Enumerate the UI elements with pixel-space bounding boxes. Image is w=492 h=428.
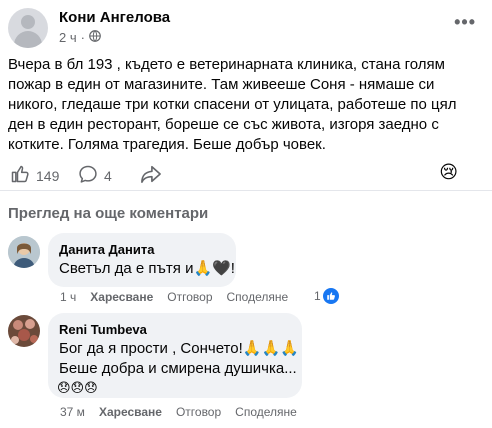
like-button[interactable]: 149 bbox=[10, 164, 59, 187]
comment-reply-button[interactable]: Отговор bbox=[167, 290, 212, 304]
comment-reaction-count: 1 bbox=[314, 289, 321, 303]
post-meta: 2 ч · bbox=[59, 30, 101, 45]
commenter-avatar[interactable] bbox=[8, 236, 40, 268]
globe-icon bbox=[89, 30, 101, 45]
like-reaction-icon bbox=[322, 288, 339, 304]
comment-reply-button[interactable]: Отговор bbox=[176, 405, 221, 419]
share-button[interactable] bbox=[140, 164, 162, 187]
like-count: 149 bbox=[36, 167, 60, 184]
sad-reaction-icon: 😢 bbox=[439, 162, 458, 182]
comment-bubble: Reni Tumbeva Бог да я прости , Сончето!🙏… bbox=[48, 313, 302, 398]
comment-like-button[interactable]: Харесване bbox=[99, 405, 162, 419]
comment-share-button[interactable]: Споделяне bbox=[227, 290, 289, 304]
comment-text-line3: 😞😞😞 bbox=[57, 380, 98, 395]
post-author-name[interactable]: Кони Ангелова bbox=[59, 9, 170, 26]
post-time[interactable]: 2 ч bbox=[59, 30, 77, 45]
commenter-avatar[interactable] bbox=[8, 315, 40, 347]
commenter-name[interactable]: Данита Данита bbox=[59, 242, 154, 257]
comment-share-button[interactable]: Споделяне bbox=[235, 405, 297, 419]
comment-text-line2: Беше добра и смирена душичка... bbox=[59, 360, 297, 377]
author-avatar[interactable] bbox=[8, 8, 48, 48]
post-actions: 149 4 😢 bbox=[8, 162, 484, 187]
comment-bubble: Данита Данита Светъл да е пътя и🙏🖤! bbox=[48, 233, 236, 287]
view-more-comments-link[interactable]: Преглед на още коментари bbox=[8, 205, 208, 222]
comment-like-button[interactable]: Харесване bbox=[90, 290, 153, 304]
share-icon bbox=[140, 164, 162, 187]
divider bbox=[0, 190, 492, 191]
comment-count: 4 bbox=[104, 167, 112, 184]
comment-actions: 37 м Харесване Отговор Споделяне bbox=[60, 405, 311, 419]
comment-time[interactable]: 37 м bbox=[60, 405, 85, 419]
comment-time[interactable]: 1 ч bbox=[60, 290, 76, 304]
comment-button[interactable]: 4 bbox=[78, 164, 112, 187]
comment-icon bbox=[78, 164, 98, 187]
comment-reaction-badge[interactable]: 1 bbox=[314, 288, 339, 304]
thumbs-up-icon bbox=[10, 164, 30, 187]
comment-text-line1: Бог да я прости , Сончето!🙏🙏🙏 bbox=[59, 340, 299, 357]
comment-actions: 1 ч Харесване Отговор Споделяне bbox=[60, 290, 302, 304]
post-text: Вчера в бл 193 , където е ветеринарната … bbox=[8, 56, 457, 153]
more-options-icon[interactable]: ••• bbox=[454, 12, 476, 33]
reaction-summary[interactable]: 😢 bbox=[439, 162, 458, 183]
commenter-name[interactable]: Reni Tumbeva bbox=[59, 322, 147, 337]
comment-text: Светъл да е пътя и🙏🖤! bbox=[59, 260, 235, 277]
